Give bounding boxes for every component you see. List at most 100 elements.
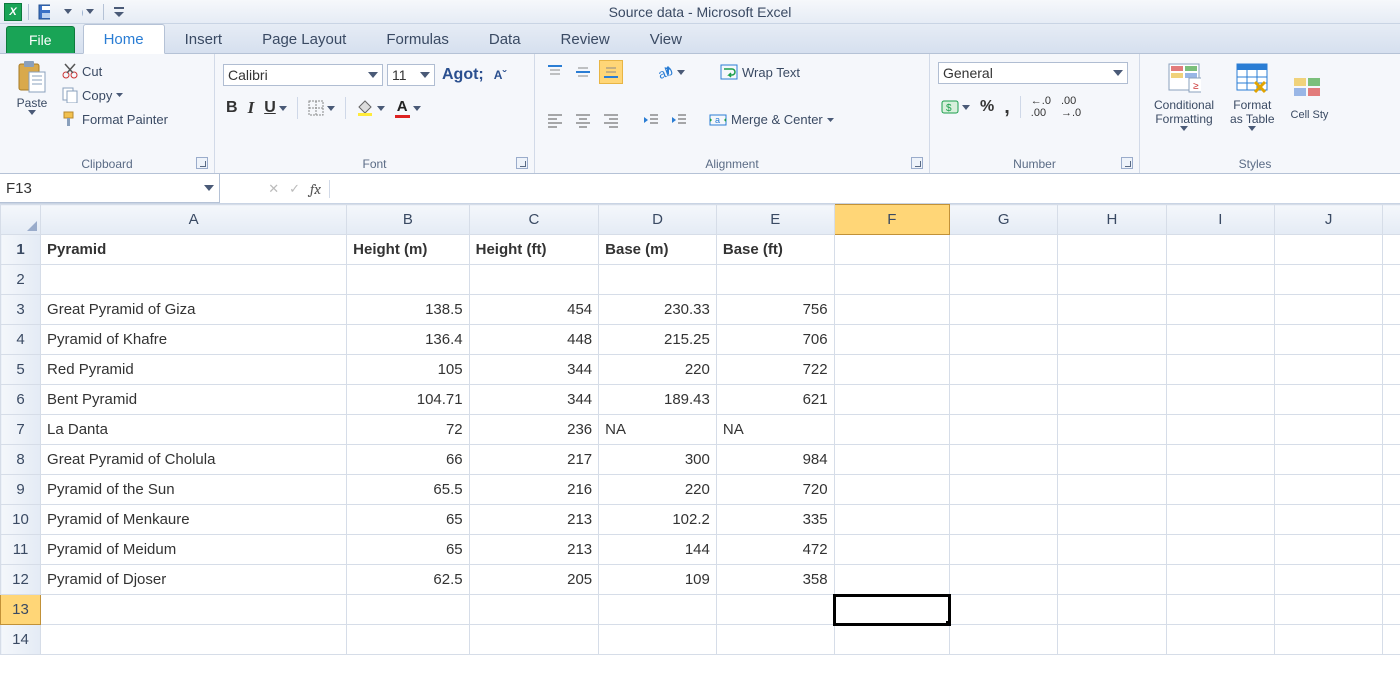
- row-header[interactable]: 1: [1, 235, 41, 265]
- cell[interactable]: 105: [347, 355, 469, 385]
- cell[interactable]: 66: [347, 445, 469, 475]
- cell[interactable]: [1383, 595, 1400, 625]
- cell[interactable]: 236: [469, 415, 599, 445]
- cell[interactable]: [1274, 265, 1382, 295]
- row-header[interactable]: 6: [1, 385, 41, 415]
- cell[interactable]: Base (ft): [716, 235, 834, 265]
- cell[interactable]: [599, 265, 717, 295]
- cell[interactable]: Pyramid of Khafre: [41, 325, 347, 355]
- cell[interactable]: [347, 625, 469, 655]
- cell[interactable]: 344: [469, 385, 599, 415]
- accounting-format-button[interactable]: $: [938, 95, 973, 119]
- cell[interactable]: [1274, 535, 1382, 565]
- cell[interactable]: 300: [599, 445, 717, 475]
- tab-home[interactable]: Home: [83, 24, 165, 54]
- row-header[interactable]: 12: [1, 565, 41, 595]
- cell[interactable]: [950, 325, 1058, 355]
- cell[interactable]: 448: [469, 325, 599, 355]
- cell[interactable]: [1166, 445, 1274, 475]
- percent-button[interactable]: %: [977, 95, 997, 119]
- cell[interactable]: 621: [716, 385, 834, 415]
- cell-styles-button[interactable]: Cell Sty: [1285, 70, 1335, 124]
- cell[interactable]: [1383, 325, 1400, 355]
- cell[interactable]: [1274, 505, 1382, 535]
- cell[interactable]: [1058, 445, 1166, 475]
- cell[interactable]: [1166, 505, 1274, 535]
- column-header[interactable]: D: [599, 205, 717, 235]
- cell[interactable]: [834, 295, 949, 325]
- cell[interactable]: [1383, 355, 1400, 385]
- worksheet-grid[interactable]: ABCDEFGHIJKL1PyramidHeight (m)Height (ft…: [0, 204, 1400, 655]
- cell[interactable]: Height (ft): [469, 235, 599, 265]
- cancel-formula-icon[interactable]: ✕: [268, 181, 279, 197]
- column-header[interactable]: E: [716, 205, 834, 235]
- dialog-launcher[interactable]: [1121, 157, 1133, 169]
- cell[interactable]: 335: [716, 505, 834, 535]
- bold-button[interactable]: B: [223, 96, 241, 120]
- column-header[interactable]: G: [950, 205, 1058, 235]
- cell[interactable]: 136.4: [347, 325, 469, 355]
- cell[interactable]: 220: [599, 475, 717, 505]
- cell[interactable]: [1383, 505, 1400, 535]
- cell[interactable]: [41, 625, 347, 655]
- cell[interactable]: [950, 505, 1058, 535]
- cell[interactable]: [950, 295, 1058, 325]
- cell[interactable]: [1166, 535, 1274, 565]
- font-size-combo[interactable]: 11: [387, 64, 435, 86]
- cell[interactable]: [1274, 355, 1382, 385]
- cell[interactable]: NA: [716, 415, 834, 445]
- cell[interactable]: [469, 595, 599, 625]
- row-header[interactable]: 5: [1, 355, 41, 385]
- row-header[interactable]: 4: [1, 325, 41, 355]
- cell[interactable]: [834, 235, 949, 265]
- cell[interactable]: Great Pyramid of Giza: [41, 295, 347, 325]
- cell[interactable]: [950, 385, 1058, 415]
- cell[interactable]: 144: [599, 535, 717, 565]
- cell[interactable]: [599, 595, 717, 625]
- cell[interactable]: Pyramid of Meidum: [41, 535, 347, 565]
- borders-button[interactable]: [305, 97, 338, 119]
- dialog-launcher[interactable]: [516, 157, 528, 169]
- cell[interactable]: Pyramid of Djoser: [41, 565, 347, 595]
- insert-function-button[interactable]: fx: [310, 180, 321, 198]
- cell[interactable]: 65.5: [347, 475, 469, 505]
- decrease-decimal-button[interactable]: .00→.0: [1058, 92, 1084, 122]
- align-top-button[interactable]: [543, 60, 567, 84]
- cell[interactable]: Great Pyramid of Cholula: [41, 445, 347, 475]
- cell[interactable]: [1274, 625, 1382, 655]
- cell[interactable]: [1166, 415, 1274, 445]
- paste-button[interactable]: Paste: [8, 58, 56, 117]
- cell[interactable]: [1058, 535, 1166, 565]
- cell[interactable]: [834, 385, 949, 415]
- cell[interactable]: 213: [469, 535, 599, 565]
- cell[interactable]: [834, 415, 949, 445]
- select-all-corner[interactable]: [1, 205, 41, 235]
- cell[interactable]: [1058, 505, 1166, 535]
- cell[interactable]: Bent Pyramid: [41, 385, 347, 415]
- cut-button[interactable]: Cut: [60, 62, 170, 80]
- dialog-launcher[interactable]: [196, 157, 208, 169]
- cell[interactable]: [41, 265, 347, 295]
- orientation-button[interactable]: ab: [653, 60, 688, 84]
- merge-center-button[interactable]: a Merge & Center: [707, 110, 836, 130]
- align-right-button[interactable]: [599, 108, 623, 132]
- cell[interactable]: [1274, 595, 1382, 625]
- cell[interactable]: [834, 445, 949, 475]
- column-header[interactable]: A: [41, 205, 347, 235]
- row-header[interactable]: 11: [1, 535, 41, 565]
- cell[interactable]: 65: [347, 535, 469, 565]
- cell[interactable]: 706: [716, 325, 834, 355]
- cell[interactable]: Red Pyramid: [41, 355, 347, 385]
- cell[interactable]: 65: [347, 505, 469, 535]
- format-as-table-button[interactable]: Format as Table: [1224, 60, 1280, 133]
- name-box[interactable]: F13: [0, 174, 220, 203]
- cell[interactable]: [834, 505, 949, 535]
- row-header[interactable]: 3: [1, 295, 41, 325]
- cell[interactable]: 358: [716, 565, 834, 595]
- cell[interactable]: [1058, 415, 1166, 445]
- cell[interactable]: 720: [716, 475, 834, 505]
- cell[interactable]: [1383, 535, 1400, 565]
- cell[interactable]: [1058, 295, 1166, 325]
- cell[interactable]: [1383, 625, 1400, 655]
- cell[interactable]: [1383, 415, 1400, 445]
